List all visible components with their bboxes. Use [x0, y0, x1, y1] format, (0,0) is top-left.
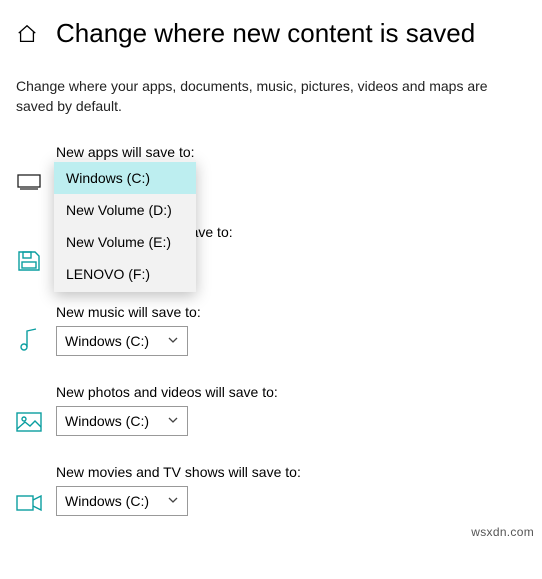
image-icon	[16, 412, 42, 436]
dropdown-option-d[interactable]: New Volume (D:)	[54, 194, 196, 226]
dropdown-option-f[interactable]: LENOVO (F:)	[54, 258, 196, 290]
chevron-down-icon	[167, 413, 179, 429]
page-title: Change where new content is saved	[56, 18, 475, 49]
video-icon	[16, 494, 42, 516]
chevron-down-icon	[167, 333, 179, 349]
page-header: Change where new content is saved	[16, 18, 526, 49]
section-photos: New photos and videos will save to: Wind…	[16, 384, 526, 436]
section-movies: New movies and TV shows will save to: Wi…	[16, 464, 526, 516]
movies-combo-value: Windows (C:)	[65, 493, 149, 509]
photos-label: New photos and videos will save to:	[56, 384, 278, 400]
page-description: Change where your apps, documents, music…	[16, 77, 526, 116]
dropdown-option-e[interactable]: New Volume (E:)	[54, 226, 196, 258]
apps-label: New apps will save to:	[56, 144, 195, 160]
save-icon	[16, 250, 42, 276]
apps-dropdown: Windows (C:) New Volume (D:) New Volume …	[54, 160, 196, 292]
movies-combo[interactable]: Windows (C:)	[56, 486, 188, 516]
music-combo[interactable]: Windows (C:)	[56, 326, 188, 356]
photos-combo[interactable]: Windows (C:)	[56, 406, 188, 436]
music-icon	[16, 328, 42, 356]
movies-label: New movies and TV shows will save to:	[56, 464, 301, 480]
photos-combo-value: Windows (C:)	[65, 413, 149, 429]
apps-icon	[16, 172, 42, 196]
dropdown-option-c[interactable]: Windows (C:)	[54, 162, 196, 194]
section-music: New music will save to: Windows (C:)	[16, 304, 526, 356]
music-label: New music will save to:	[56, 304, 201, 320]
music-combo-value: Windows (C:)	[65, 333, 149, 349]
watermark: wsxdn.com	[471, 525, 534, 539]
home-icon[interactable]	[16, 23, 38, 45]
chevron-down-icon	[167, 493, 179, 509]
